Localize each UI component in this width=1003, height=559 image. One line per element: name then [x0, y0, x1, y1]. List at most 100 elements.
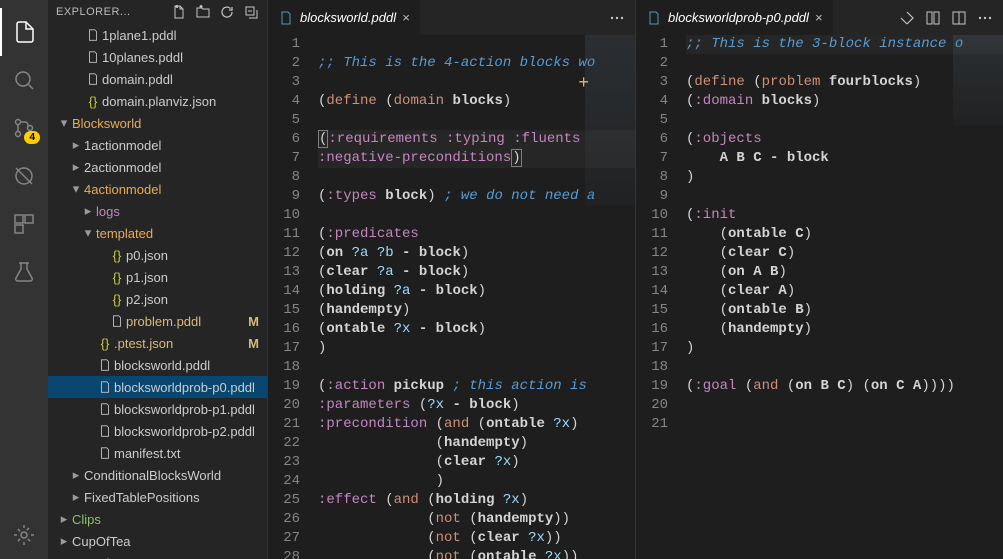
tree-item-label: 1plane1.pddl — [102, 28, 267, 43]
tree-item-label: blocksworldprob-p0.pddl — [114, 380, 267, 395]
tree-item[interactable]: ▸Clips — [48, 508, 267, 530]
minimap[interactable] — [585, 35, 635, 205]
chevron-right-icon: ▸ — [80, 203, 96, 219]
run-icon[interactable] — [899, 10, 915, 26]
tab-blocksworldprob[interactable]: blocksworldprob-p0.pddl × — [636, 0, 833, 35]
scm-badge: 4 — [24, 131, 40, 144]
tree-item-label: domain.pddl — [102, 72, 267, 87]
tree-item[interactable]: {}domain.planviz.json — [48, 90, 267, 112]
explorer-sidebar: EXPLORER... 1plane1.pddl 10planes.pddl dom… — [48, 0, 267, 559]
tree-item-label: p0.json — [126, 248, 267, 263]
editor-pane-left: blocksworld.pddl × 123456789101112131415… — [267, 0, 635, 559]
modified-badge: M — [248, 314, 267, 329]
tree-item[interactable]: {}p1.json — [48, 266, 267, 288]
tree-item-label: domain.planviz.json — [102, 94, 267, 109]
tree-item[interactable]: blocksworldprob-p0.pddl — [48, 376, 267, 398]
more-icon[interactable] — [977, 10, 993, 26]
refresh-icon[interactable] — [219, 4, 235, 20]
chevron-right-icon: ▸ — [68, 467, 84, 483]
activity-extensions[interactable] — [0, 200, 48, 248]
tree-item-label: templated — [96, 226, 267, 241]
tree-item-label: manifest.txt — [114, 446, 267, 461]
close-icon[interactable]: × — [815, 10, 823, 25]
activity-search[interactable] — [0, 56, 48, 104]
file-tree[interactable]: 1plane1.pddl10planes.pddldomain.pddl{}do… — [48, 24, 267, 559]
tree-item-label: problem.pddl — [126, 314, 248, 329]
tree-item-label: logs — [96, 204, 267, 219]
tab-label: blocksworld.pddl — [300, 10, 396, 25]
tree-item[interactable]: ▸ConditionalBlocksWorld — [48, 464, 267, 486]
search-icon — [12, 68, 36, 92]
chevron-right-icon: ▸ — [68, 159, 84, 175]
minimap[interactable] — [953, 35, 1003, 125]
tree-item[interactable]: {}.ptest.jsonM — [48, 332, 267, 354]
editor-pane-right: blocksworldprob-p0.pddl × 12345678910111… — [635, 0, 1003, 559]
new-folder-icon[interactable] — [195, 4, 211, 20]
tree-item[interactable]: blocksworldprob-p1.pddl — [48, 398, 267, 420]
tree-item[interactable]: ▸Domains — [48, 552, 267, 559]
tree-item[interactable]: {}p0.json — [48, 244, 267, 266]
activity-debug[interactable] — [0, 152, 48, 200]
more-icon[interactable] — [609, 10, 625, 26]
tab-blocksworld[interactable]: blocksworld.pddl × — [268, 0, 420, 35]
code-editor-right[interactable]: 123456789101112131415161718192021 ;; Thi… — [636, 35, 1003, 559]
activity-explorer[interactable] — [0, 8, 48, 56]
code-editor-left[interactable]: 1234567891011121314151617181920212223242… — [268, 35, 635, 559]
file-icon — [84, 50, 102, 64]
tree-item[interactable]: 10planes.pddl — [48, 46, 267, 68]
split-icon[interactable] — [951, 10, 967, 26]
gear-icon — [12, 523, 36, 547]
tree-item[interactable]: manifest.txt — [48, 442, 267, 464]
tree-item[interactable]: problem.pddlM — [48, 310, 267, 332]
tree-item[interactable]: ▾4actionmodel — [48, 178, 267, 200]
file-icon — [96, 446, 114, 460]
tab-bar-right: blocksworldprob-p0.pddl × — [636, 0, 1003, 35]
tree-item[interactable]: 1plane1.pddl — [48, 24, 267, 46]
file-icon — [278, 10, 294, 26]
activity-scm[interactable]: 4 — [0, 104, 48, 152]
beaker-icon — [12, 260, 36, 284]
tab-label: blocksworldprob-p0.pddl — [668, 10, 809, 25]
tree-item[interactable]: ▸CupOfTea — [48, 530, 267, 552]
tree-item[interactable]: ▸FixedTablePositions — [48, 486, 267, 508]
diff-icon[interactable] — [925, 10, 941, 26]
chevron-down-icon: ▾ — [68, 181, 84, 197]
tree-item-label: p1.json — [126, 270, 267, 285]
tree-item-label: Clips — [72, 512, 267, 527]
tree-item-label: .ptest.json — [114, 336, 248, 351]
json-icon: {} — [108, 292, 126, 307]
json-icon: {} — [108, 270, 126, 285]
tree-item[interactable]: blocksworldprob-p2.pddl — [48, 420, 267, 442]
chevron-down-icon: ▾ — [56, 115, 72, 131]
file-icon — [84, 28, 102, 42]
tree-item-label: blocksworld.pddl — [114, 358, 267, 373]
tree-item[interactable]: blocksworld.pddl — [48, 354, 267, 376]
tree-item-label: 1actionmodel — [84, 138, 267, 153]
tree-item[interactable]: ▸1actionmodel — [48, 134, 267, 156]
tree-item[interactable]: ▸logs — [48, 200, 267, 222]
chevron-right-icon: ▸ — [56, 533, 72, 549]
file-icon — [96, 424, 114, 438]
collapse-all-icon[interactable] — [243, 4, 259, 20]
activity-test[interactable] — [0, 248, 48, 296]
new-file-icon[interactable] — [171, 4, 187, 20]
tree-item[interactable]: ▾templated — [48, 222, 267, 244]
chevron-right-icon: ▸ — [56, 555, 72, 559]
file-icon — [96, 402, 114, 416]
tree-item[interactable]: ▸2actionmodel — [48, 156, 267, 178]
sidebar-title: EXPLORER... — [56, 6, 171, 18]
tree-item-label: 10planes.pddl — [102, 50, 267, 65]
tree-item-label: CupOfTea — [72, 534, 267, 549]
chevron-down-icon: ▾ — [80, 225, 96, 241]
diff-added-icon: + — [578, 75, 589, 94]
tree-item[interactable]: {}p2.json — [48, 288, 267, 310]
tree-item-label: 4actionmodel — [84, 182, 267, 197]
tree-item[interactable]: ▾Blocksworld — [48, 112, 267, 134]
tab-bar-left: blocksworld.pddl × — [268, 0, 635, 35]
tree-item[interactable]: domain.pddl — [48, 68, 267, 90]
tree-item-label: Domains — [72, 556, 267, 559]
file-icon — [646, 10, 662, 26]
json-icon: {} — [96, 336, 114, 351]
close-icon[interactable]: × — [402, 10, 410, 25]
activity-settings[interactable] — [0, 511, 48, 559]
